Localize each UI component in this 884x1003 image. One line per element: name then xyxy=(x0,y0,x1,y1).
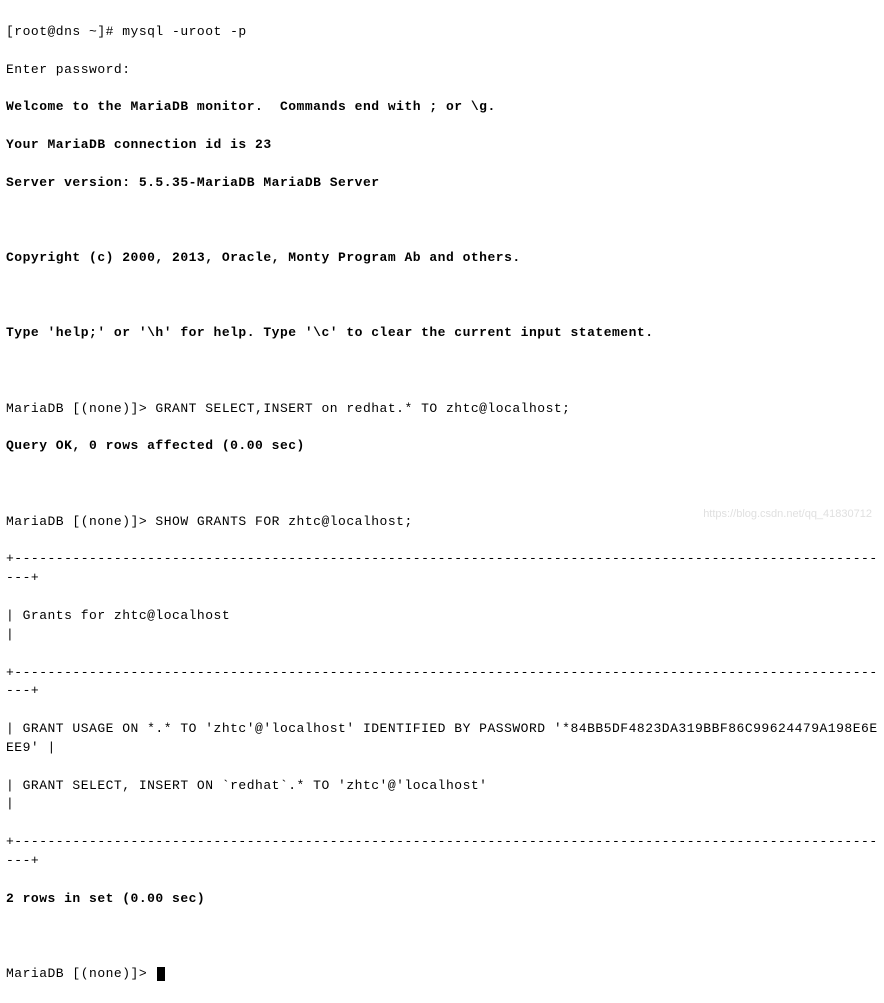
watermark-text: https://blog.csdn.net/qq_41830712 xyxy=(703,507,872,523)
blank-line xyxy=(6,927,878,946)
help-line: Type 'help;' or '\h' for help. Type '\c'… xyxy=(6,324,878,343)
table-border-top: +---------------------------------------… xyxy=(6,550,878,588)
table-row-2: | GRANT SELECT, INSERT ON `redhat`.* TO … xyxy=(6,777,878,815)
grant-command-line: MariaDB [(none)]> GRANT SELECT,INSERT on… xyxy=(6,400,878,419)
table-border-bottom: +---------------------------------------… xyxy=(6,833,878,871)
current-prompt-line[interactable]: MariaDB [(none)]> xyxy=(6,965,878,984)
welcome-line: Welcome to the MariaDB monitor. Commands… xyxy=(6,98,878,117)
shell-prompt-line: [root@dns ~]# mysql -uroot -p xyxy=(6,23,878,42)
table-header: | Grants for zhtc@localhost | xyxy=(6,607,878,645)
password-prompt: Enter password: xyxy=(6,61,878,80)
blank-line xyxy=(6,362,878,381)
server-version-line: Server version: 5.5.35-MariaDB MariaDB S… xyxy=(6,174,878,193)
rows-in-set-line: 2 rows in set (0.00 sec) xyxy=(6,890,878,909)
blank-line xyxy=(6,475,878,494)
mariadb-prompt: MariaDB [(none)]> xyxy=(6,965,155,984)
table-border-mid: +---------------------------------------… xyxy=(6,664,878,702)
blank-line xyxy=(6,211,878,230)
cursor-icon xyxy=(157,967,165,981)
copyright-line: Copyright (c) 2000, 2013, Oracle, Monty … xyxy=(6,249,878,268)
terminal-output[interactable]: [root@dns ~]# mysql -uroot -p Enter pass… xyxy=(6,4,878,1003)
table-row-1: | GRANT USAGE ON *.* TO 'zhtc'@'localhos… xyxy=(6,720,878,758)
blank-line xyxy=(6,287,878,306)
connection-id-line: Your MariaDB connection id is 23 xyxy=(6,136,878,155)
query-ok-line: Query OK, 0 rows affected (0.00 sec) xyxy=(6,437,878,456)
